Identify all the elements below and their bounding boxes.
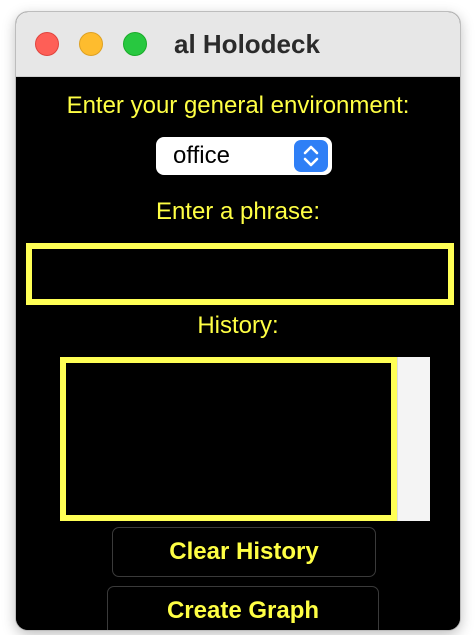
create-graph-button[interactable]: Create Graph — [107, 586, 379, 630]
clear-history-button[interactable]: Clear History — [112, 527, 376, 577]
history-label: History: — [197, 312, 279, 339]
history-panel — [60, 357, 430, 521]
window-title: al Holodeck — [174, 29, 320, 59]
environment-select-value: office — [173, 142, 230, 169]
updown-chevron-icon — [294, 140, 328, 172]
environment-label: Enter your general environment: — [66, 92, 410, 119]
environment-select[interactable]: office — [156, 137, 332, 175]
close-icon[interactable] — [35, 32, 59, 56]
app-window: al Holodeck Enter your general environme… — [16, 12, 460, 630]
history-scrollbar[interactable] — [397, 357, 430, 521]
main-content: Enter your general environment: office E… — [16, 77, 460, 630]
minimize-icon[interactable] — [79, 32, 103, 56]
history-list[interactable] — [60, 357, 397, 521]
phrase-label: Enter a phrase: — [155, 198, 321, 225]
title-bar[interactable]: al Holodeck — [16, 12, 460, 77]
phrase-input[interactable] — [26, 243, 454, 305]
zoom-icon[interactable] — [123, 32, 147, 56]
